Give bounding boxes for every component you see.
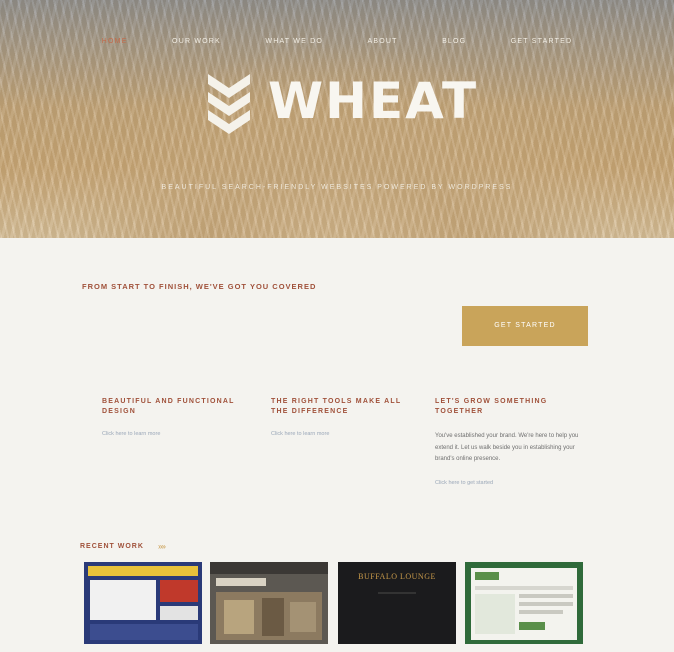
feature-tools: THE RIGHT TOOLS MAKE ALL THE DIFFERENCE … — [271, 397, 421, 437]
portfolio-thumb-3[interactable]: BUFFALO LOUNGE — [338, 562, 456, 644]
wheat-chevron-icon — [208, 74, 250, 134]
nav-item-our-work[interactable]: Our Work — [172, 38, 221, 45]
nav-item-blog[interactable]: Blog — [442, 38, 466, 45]
main-nav: Home Our Work What We Do About Blog Get … — [0, 30, 674, 48]
recent-work-heading: RECENT WORK — [80, 543, 144, 550]
portfolio-thumb-1-image — [84, 562, 202, 644]
feature-grow-heading: LET'S GROW SOMETHING TOGETHER — [435, 398, 548, 415]
get-started-button[interactable]: GET STARTED — [462, 306, 588, 346]
portfolio-thumb-4[interactable] — [465, 562, 583, 644]
feature-design: BEAUTIFUL AND FUNCTIONAL DESIGN Click he… — [102, 397, 252, 437]
portfolio-thumb-4-image — [465, 562, 583, 644]
nav-item-about[interactable]: About — [367, 38, 397, 45]
nav-item-what-we-do[interactable]: What We Do — [265, 38, 323, 45]
feature-grow-link[interactable]: Click here to get started — [435, 480, 585, 486]
feature-grow: LET'S GROW SOMETHING TOGETHER You've est… — [435, 397, 585, 486]
feature-design-heading: BEAUTIFUL AND FUNCTIONAL DESIGN — [102, 398, 235, 415]
feature-tools-heading: THE RIGHT TOOLS MAKE ALL THE DIFFERENCE — [271, 398, 402, 415]
portfolio-thumb-3-title: BUFFALO LOUNGE — [358, 572, 436, 581]
feature-tools-link[interactable]: Click here to learn more — [271, 431, 421, 437]
hero-tagline: Beautiful Search-Friendly Websites Power… — [161, 184, 513, 191]
hero-banner: Home Our Work What We Do About Blog Get … — [0, 0, 674, 238]
nav-item-home[interactable]: Home — [102, 38, 128, 45]
nav-item-get-started[interactable]: Get Started — [511, 38, 572, 45]
portfolio-thumb-1[interactable] — [84, 562, 202, 644]
intro-heading: FROM START TO FINISH, WE'VE GOT YOU COVE… — [82, 282, 317, 291]
logo-wordmark: WHEAT — [268, 72, 479, 130]
portfolio-thumb-2[interactable] — [210, 562, 328, 644]
double-chevron-right-icon[interactable]: »» — [158, 542, 166, 551]
feature-grow-text: You've established your brand. We're her… — [435, 433, 579, 462]
feature-design-link[interactable]: Click here to learn more — [102, 431, 252, 437]
portfolio-thumb-2-image — [210, 562, 328, 644]
